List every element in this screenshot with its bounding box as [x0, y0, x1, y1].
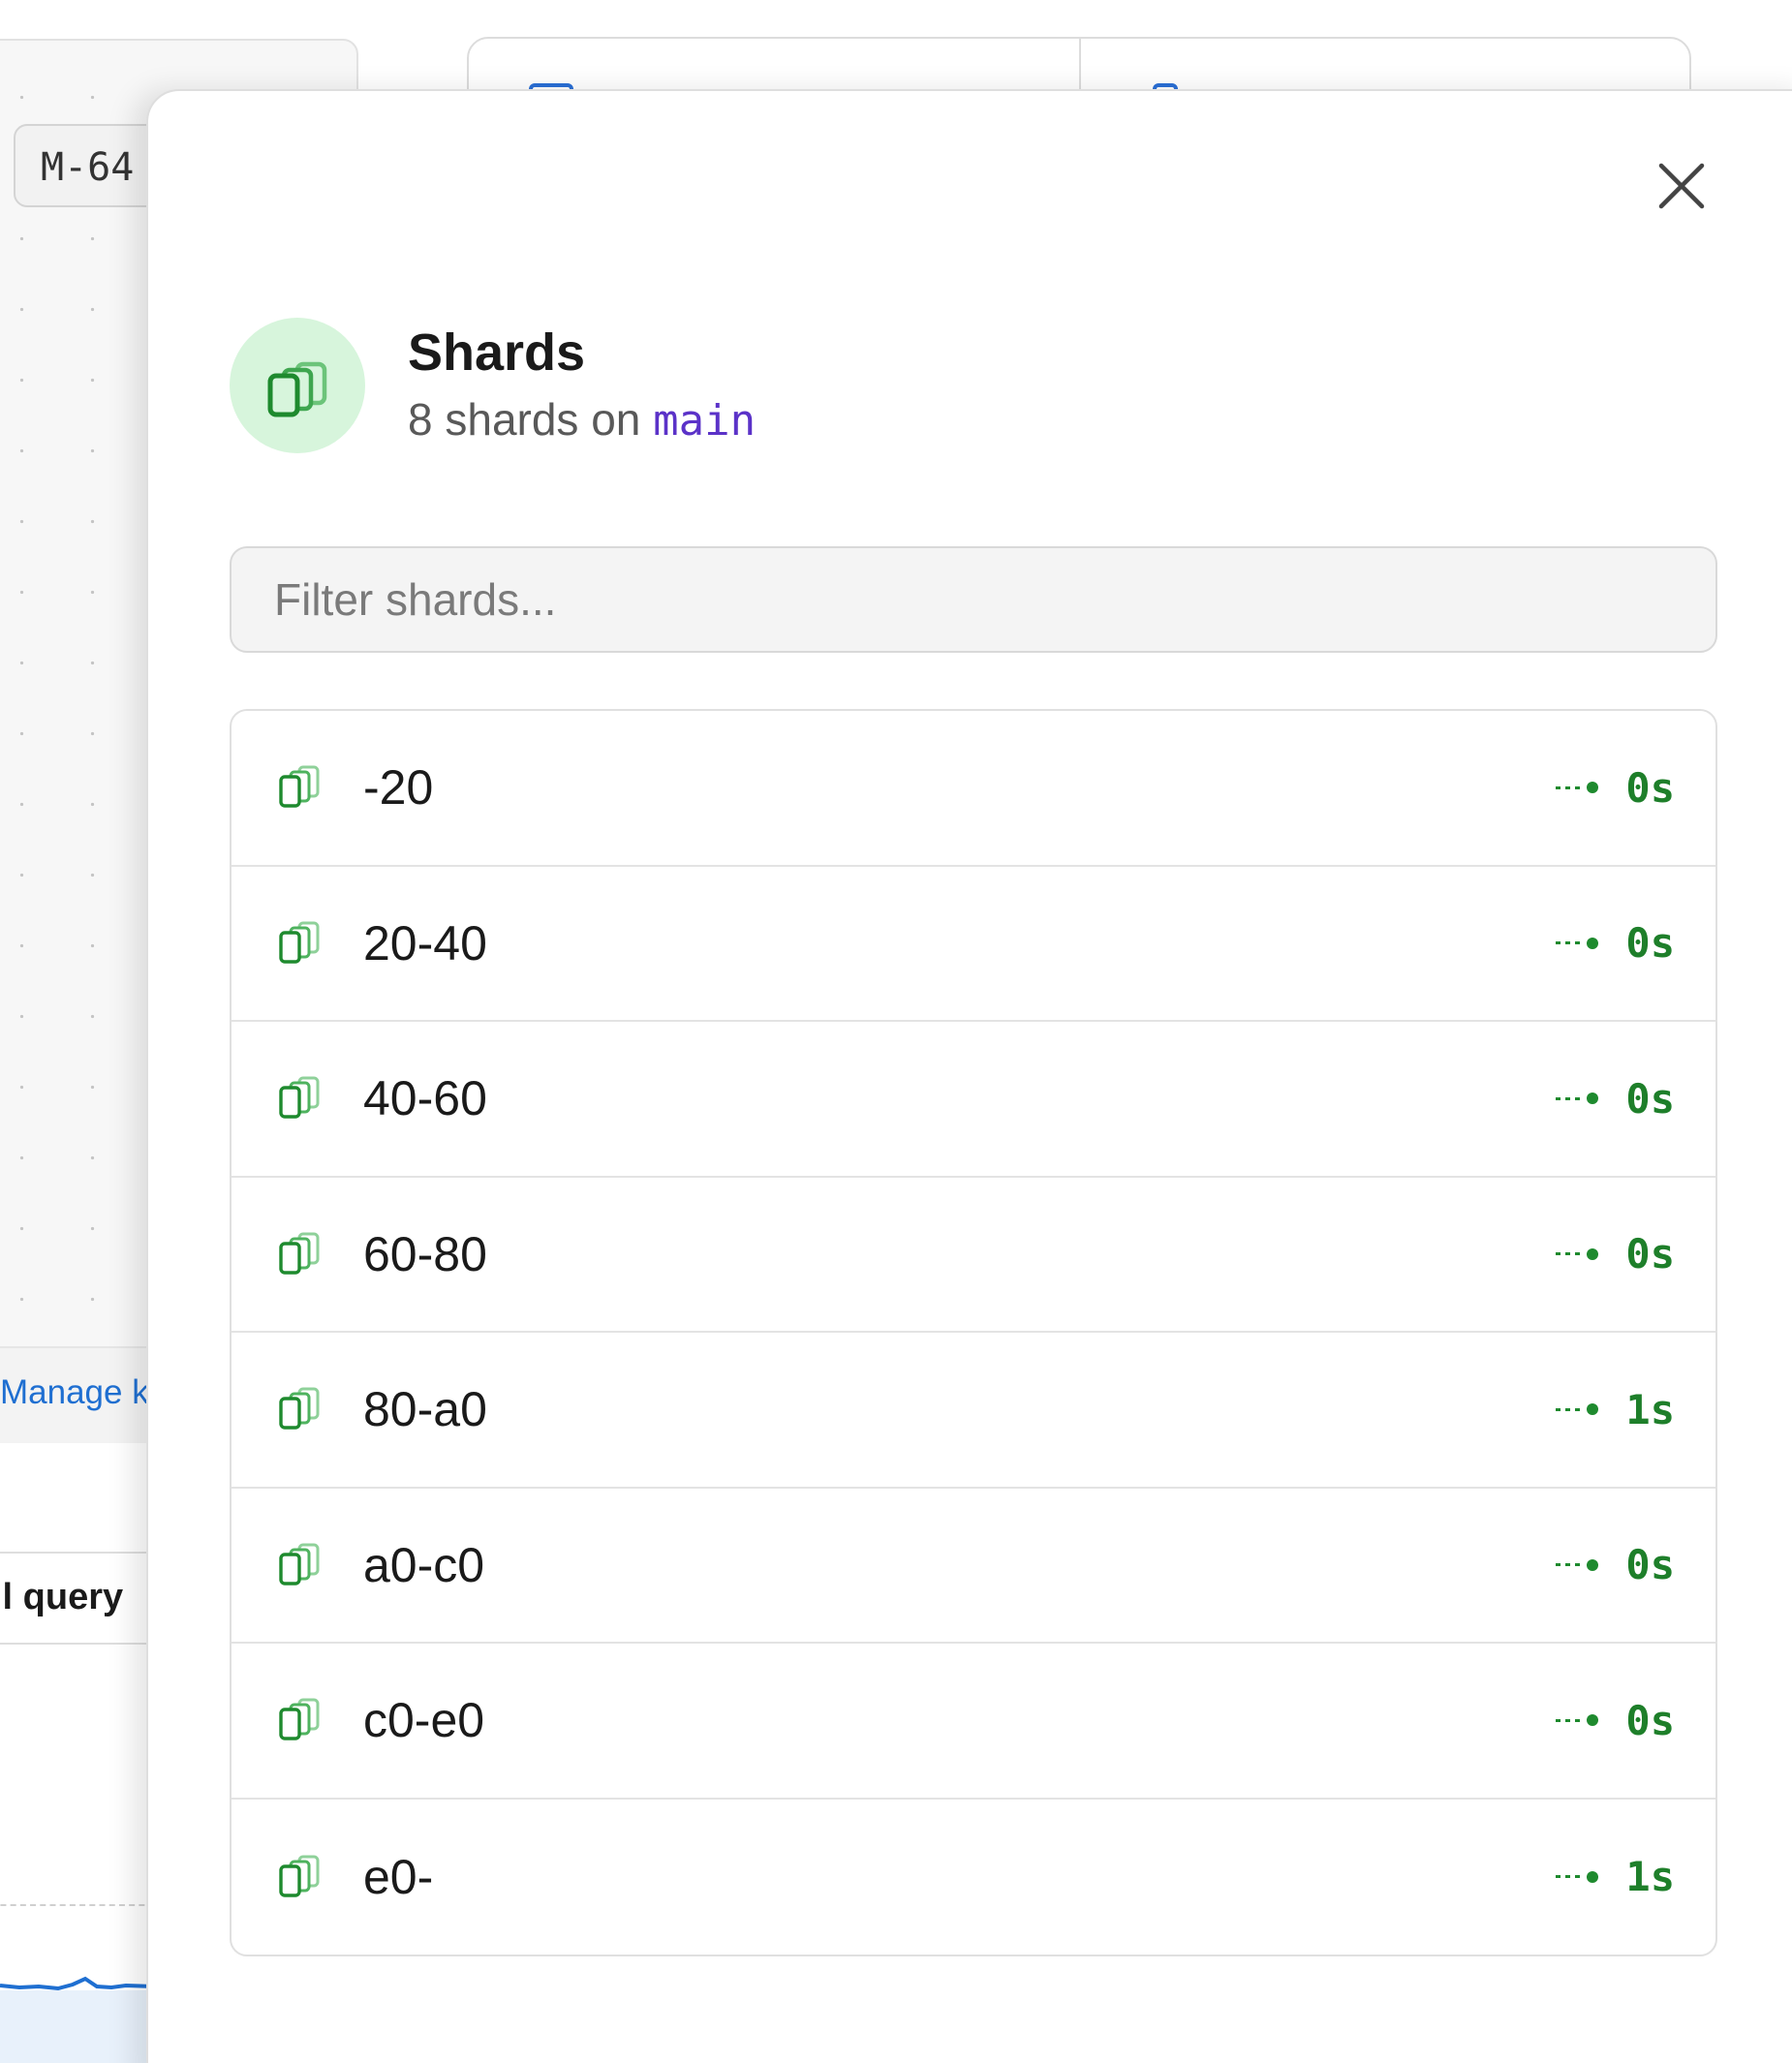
replication-lag: 1s — [1556, 1853, 1675, 1900]
replication-status-icon — [1556, 1247, 1599, 1260]
replication-lag: 1s — [1556, 1386, 1675, 1433]
shard-icon — [274, 1228, 326, 1280]
shard-row[interactable]: 40-60 0s — [232, 1022, 1715, 1178]
shard-name: 40-60 — [363, 1071, 487, 1126]
shard-row[interactable]: 80-a0 1s — [232, 1333, 1715, 1489]
background-query-heading: ll query — [0, 1577, 124, 1617]
shard-name: a0-c0 — [363, 1537, 485, 1592]
replication-status-icon — [1556, 1558, 1599, 1571]
shard-list: -20 0s 20-40 0s 40-60 0s 60-80 0s 80-a0 … — [230, 709, 1717, 1956]
replication-status-icon — [1556, 1714, 1599, 1727]
shard-name: 20-40 — [363, 915, 487, 970]
shard-name: 60-80 — [363, 1226, 487, 1281]
shards-icon-badge — [230, 318, 365, 453]
replication-lag: 0s — [1556, 764, 1675, 812]
lag-value: 0s — [1625, 919, 1675, 968]
shards-drawer: Shards 8 shards on main -20 0s — [146, 89, 1792, 2063]
chart-line — [0, 1976, 155, 1991]
lag-value: 0s — [1625, 1074, 1675, 1123]
replication-lag: 0s — [1556, 1075, 1675, 1123]
lag-value: 0s — [1625, 1230, 1675, 1278]
shard-icon — [274, 917, 326, 970]
replication-lag: 0s — [1556, 1541, 1675, 1588]
lag-value: 0s — [1625, 1696, 1675, 1744]
close-icon — [1658, 163, 1705, 209]
shard-row[interactable]: a0-c0 0s — [232, 1489, 1715, 1644]
replication-lag: 0s — [1556, 1697, 1675, 1744]
replication-lag: 0s — [1556, 919, 1675, 967]
shard-row[interactable]: -20 0s — [232, 711, 1715, 867]
shard-name: e0- — [363, 1849, 434, 1904]
replication-status-icon — [1556, 1093, 1599, 1105]
replication-status-icon — [1556, 782, 1599, 794]
lag-value: 1s — [1625, 1385, 1675, 1433]
close-button[interactable] — [1650, 154, 1714, 218]
shard-row[interactable]: e0- 1s — [232, 1800, 1715, 1955]
replication-status-icon — [1556, 1403, 1599, 1416]
shard-icon — [274, 1694, 326, 1746]
shard-row[interactable]: c0-e0 0s — [232, 1644, 1715, 1800]
shard-icon — [274, 761, 326, 814]
shard-name: 80-a0 — [363, 1382, 487, 1437]
shards-icon — [267, 361, 327, 417]
shard-row[interactable]: 60-80 0s — [232, 1178, 1715, 1333]
shard-icon — [274, 1383, 326, 1435]
drawer-header: Shards 8 shards on main — [230, 318, 756, 453]
shard-count-text: 8 shards on — [408, 394, 641, 445]
drawer-subtitle: 8 shards on main — [408, 390, 756, 450]
drawer-title: Shards — [408, 323, 586, 382]
shard-name: -20 — [363, 760, 434, 816]
shard-icon — [274, 1851, 326, 1903]
replication-status-icon — [1556, 937, 1599, 949]
background-manage-link[interactable]: Manage k — [0, 1373, 149, 1412]
lag-value: 1s — [1625, 1853, 1675, 1901]
replication-status-icon — [1556, 1870, 1599, 1883]
shard-icon — [274, 1072, 326, 1124]
shard-row[interactable]: 20-40 0s — [232, 867, 1715, 1022]
lag-value: 0s — [1625, 763, 1675, 812]
filter-shards-input[interactable] — [230, 546, 1717, 653]
replication-lag: 0s — [1556, 1230, 1675, 1278]
shard-icon — [274, 1539, 326, 1591]
shard-name: c0-e0 — [363, 1693, 485, 1748]
lag-value: 0s — [1625, 1541, 1675, 1589]
branch-name[interactable]: main — [653, 396, 756, 446]
